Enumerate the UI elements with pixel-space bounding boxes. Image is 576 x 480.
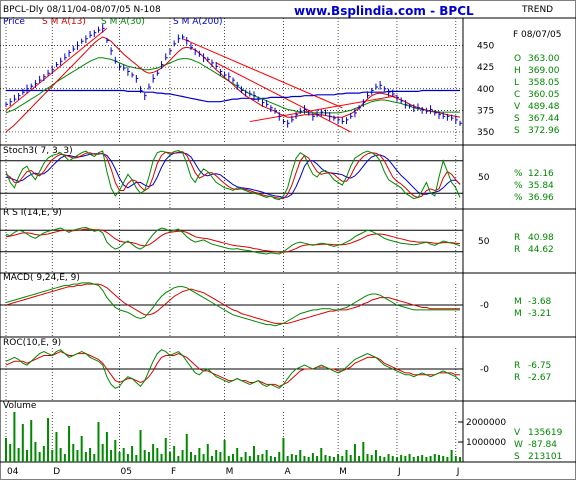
ohlc-value: 489.48 xyxy=(528,102,560,112)
stoch-key: % xyxy=(514,169,523,179)
volume-tick-label: 1000000 xyxy=(466,438,506,448)
ohlc-key: O xyxy=(514,54,521,64)
roc-value: -2.67 xyxy=(528,373,551,383)
macd-label: MACD( 9,24,E, 9) xyxy=(3,273,80,283)
volume-tick-label: 2000000 xyxy=(466,418,506,428)
roc-key: R xyxy=(514,361,520,371)
price-tick-label: 425 xyxy=(477,63,494,73)
ohlc-key: C xyxy=(514,90,520,100)
volume-value: -87.84 xyxy=(528,440,557,450)
stoch-tick-label: 50 xyxy=(478,173,490,183)
x-axis-label: J xyxy=(456,467,460,477)
volume-key: V xyxy=(514,428,521,438)
ohlc-key: S xyxy=(514,126,520,136)
roc-tick-label: -0 xyxy=(480,365,489,375)
date-readout: F 08/07/05 xyxy=(513,30,561,40)
macd-value: -3.21 xyxy=(528,309,551,319)
ohlc-key: H xyxy=(514,66,521,76)
volume-key: W xyxy=(514,440,523,450)
x-axis-label: J xyxy=(397,467,401,477)
macd-value: -3.68 xyxy=(528,297,552,307)
stoch-value: 36.96 xyxy=(528,193,554,203)
stoch-value: 12.16 xyxy=(528,169,554,179)
x-axis-label: F xyxy=(171,467,176,477)
volume-value: 213101 xyxy=(528,452,562,462)
ohlc-key: L xyxy=(514,78,519,88)
rsi-value: 44.62 xyxy=(528,245,554,255)
price-tick-label: 450 xyxy=(477,42,494,52)
stoch-value: 35.84 xyxy=(528,181,554,191)
price-tick-label: 400 xyxy=(477,85,494,95)
trend-label: TREND xyxy=(521,5,553,15)
site-title: www.Bsplindia.com - BPCL xyxy=(294,4,474,18)
macd-tick-label: -0 xyxy=(480,301,489,311)
macd-key: M xyxy=(514,297,522,307)
x-axis-label: M xyxy=(226,467,234,477)
price-tick-label: 350 xyxy=(477,128,494,138)
ohlc-key: V xyxy=(514,102,521,112)
x-axis-label: M xyxy=(339,467,347,477)
ohlc-value: 360.05 xyxy=(528,90,560,100)
x-axis-label: 04 xyxy=(7,467,19,477)
stock-chart: BPCL-Dly 08/11/04-08/07/05 N-108 www.Bsp… xyxy=(0,0,576,480)
roc-key: R xyxy=(514,373,520,383)
price-tick-label: 375 xyxy=(477,106,494,116)
ohlc-value: 369.00 xyxy=(528,66,560,76)
stoch-key: % xyxy=(514,181,523,191)
ohlc-value: 372.96 xyxy=(528,126,560,136)
volume-value: 135619 xyxy=(528,428,563,438)
ohlc-value: 367.44 xyxy=(528,114,560,124)
header-info: BPCL-Dly 08/11/04-08/07/05 N-108 xyxy=(3,5,161,15)
macd-key: M xyxy=(514,309,522,319)
x-axis-label: 05 xyxy=(121,467,132,477)
stoch-key: % xyxy=(514,193,523,203)
volume-label: Volume xyxy=(3,401,37,411)
ohlc-key: S xyxy=(514,114,520,124)
rsi-value: 40.98 xyxy=(528,233,554,243)
roc-value: -6.75 xyxy=(528,361,551,371)
rsi-key: R xyxy=(514,245,520,255)
volume-key: S xyxy=(514,452,520,462)
x-axis-label: D xyxy=(53,467,60,477)
roc-label: ROC(10,E, 9) xyxy=(3,338,61,348)
rsi-tick-label: 50 xyxy=(478,237,490,247)
ohlc-value: 363.00 xyxy=(528,54,560,64)
ohlc-value: 358.05 xyxy=(528,78,560,88)
x-axis-label: A xyxy=(284,467,291,477)
rsi-key: R xyxy=(514,233,520,243)
